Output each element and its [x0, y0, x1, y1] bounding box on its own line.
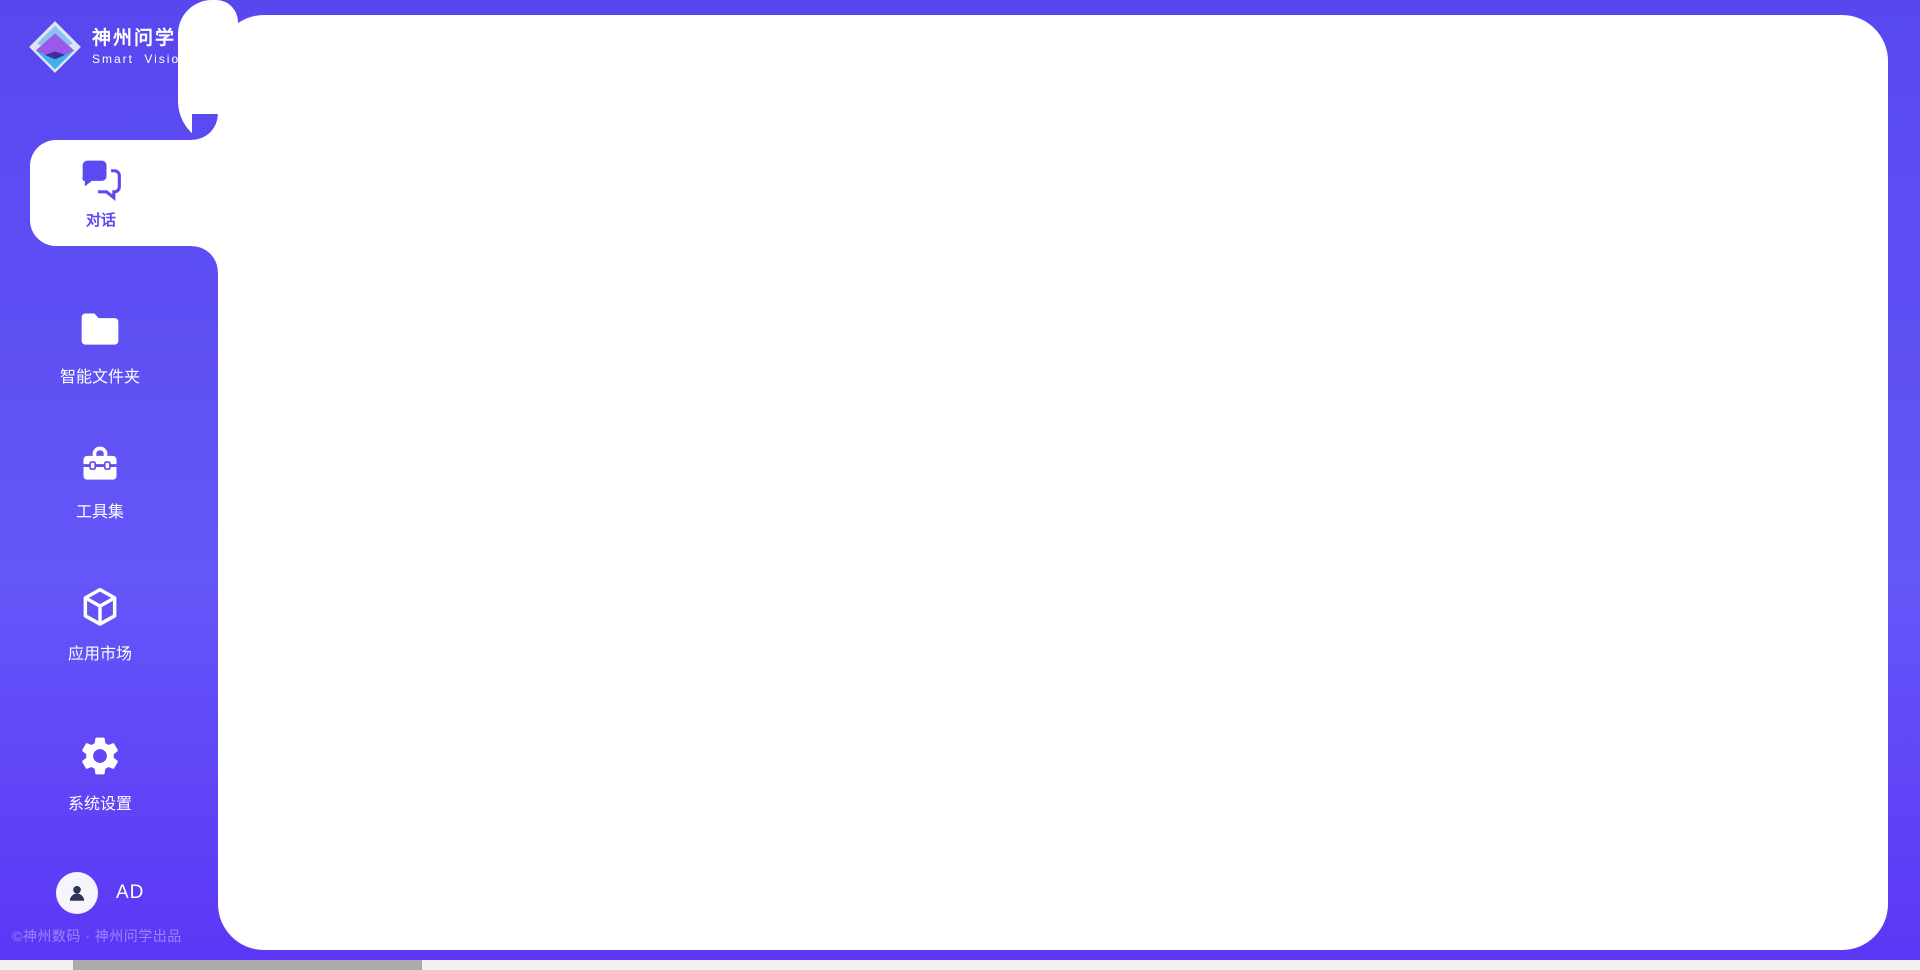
- app-subtitle: Smart Vision: [92, 52, 189, 66]
- avatar: [56, 872, 98, 914]
- sidebar-item-app-market[interactable]: 应用市场: [0, 585, 200, 664]
- diamond-logo-icon: [28, 20, 82, 74]
- sidebar-item-smart-folder[interactable]: 智能文件夹: [0, 308, 200, 387]
- copyright: ©神州数码 · 神州问学出品: [12, 926, 182, 946]
- main-panel: [218, 15, 1888, 950]
- sidebar-item-label: 智能文件夹: [0, 363, 200, 387]
- sidebar-item-settings[interactable]: 系统设置: [0, 733, 200, 814]
- horizontal-scrollbar[interactable]: [0, 960, 1920, 970]
- toolbox-icon: [78, 443, 122, 487]
- folder-icon: [78, 308, 122, 352]
- sidebar-item-label: 系统设置: [0, 790, 200, 814]
- app-title: 神州问学: [92, 28, 189, 51]
- sidebar-item-label: 应用市场: [0, 640, 200, 664]
- sidebar-item-chat[interactable]: 对话: [30, 140, 218, 246]
- user-name: AD: [116, 882, 144, 904]
- gear-icon: [77, 733, 123, 779]
- sidebar-item-label: 工具集: [0, 498, 200, 522]
- user-menu[interactable]: AD: [56, 872, 144, 914]
- cube-icon: [78, 585, 122, 629]
- sidebar-item-toolset[interactable]: 工具集: [0, 443, 200, 522]
- chat-icon: [79, 157, 123, 201]
- sidebar-item-label: 对话: [86, 209, 116, 230]
- sidebar: 神州问学 Smart Vision 对话 智能文件夹 工具集: [0, 0, 218, 970]
- scrollbar-thumb[interactable]: [73, 960, 422, 970]
- user-avatar-icon: [66, 882, 88, 904]
- app-title-block: 神州问学 Smart Vision: [92, 28, 189, 67]
- app-logo: 神州问学 Smart Vision: [28, 20, 189, 74]
